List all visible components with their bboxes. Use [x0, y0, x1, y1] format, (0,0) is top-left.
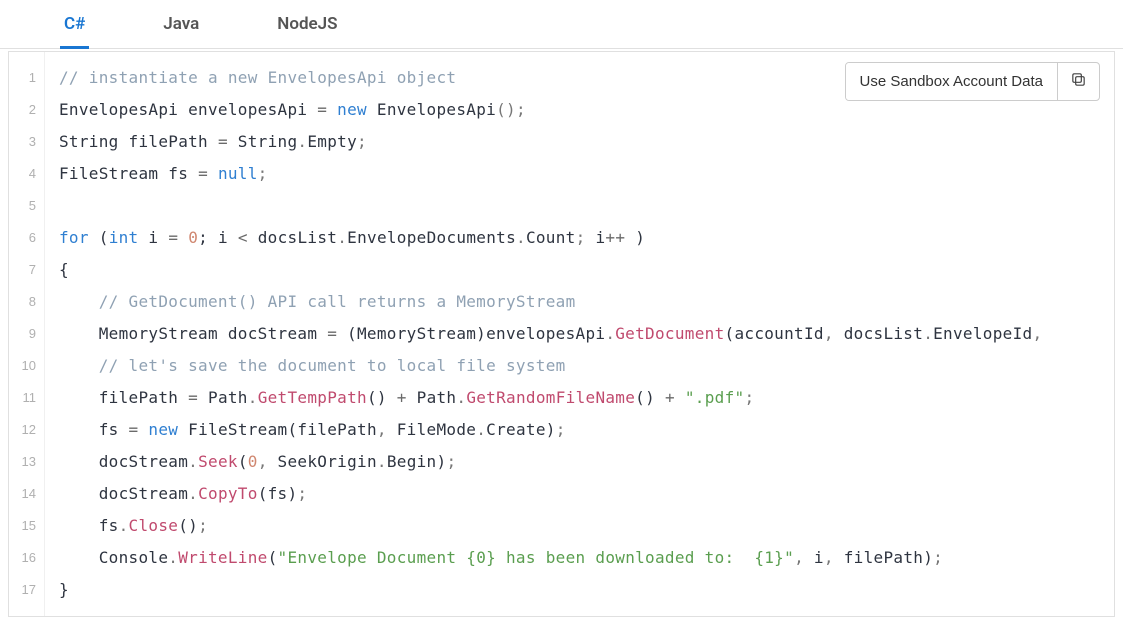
code-toolbar: Use Sandbox Account Data: [845, 62, 1100, 101]
line-number: 9: [9, 318, 36, 350]
use-sandbox-button[interactable]: Use Sandbox Account Data: [846, 63, 1057, 100]
code-line: fs.Close();: [59, 510, 1114, 542]
line-number: 10: [9, 350, 36, 382]
line-number: 5: [9, 190, 36, 222]
line-number: 1: [9, 62, 36, 94]
line-number: 7: [9, 254, 36, 286]
code-line: // let's save the document to local file…: [59, 350, 1114, 382]
code-line: Console.WriteLine("Envelope Document {0}…: [59, 542, 1114, 574]
code-line: [59, 190, 1114, 222]
line-number: 13: [9, 446, 36, 478]
copy-icon: [1070, 71, 1087, 92]
line-number: 3: [9, 126, 36, 158]
tab-java[interactable]: Java: [159, 0, 203, 49]
code-line: }: [59, 574, 1114, 606]
code-line: docStream.Seek(0, SeekOrigin.Begin);: [59, 446, 1114, 478]
code-content[interactable]: // instantiate a new EnvelopesApi object…: [45, 52, 1114, 616]
code-line: docStream.CopyTo(fs);: [59, 478, 1114, 510]
line-number: 6: [9, 222, 36, 254]
tab-csharp[interactable]: C#: [60, 0, 89, 49]
line-number: 4: [9, 158, 36, 190]
line-number: 2: [9, 94, 36, 126]
tab-nodejs[interactable]: NodeJS: [273, 0, 341, 49]
code-panel: Use Sandbox Account Data 123456789101112…: [8, 51, 1115, 617]
line-number: 17: [9, 574, 36, 606]
code-area: 1234567891011121314151617 // instantiate…: [9, 52, 1114, 616]
copy-code-button[interactable]: [1057, 63, 1099, 100]
code-line: MemoryStream docStream = (MemoryStream)e…: [59, 318, 1114, 350]
code-line: for (int i = 0; i < docsList.EnvelopeDoc…: [59, 222, 1114, 254]
code-line: FileStream fs = null;: [59, 158, 1114, 190]
code-line: filePath = Path.GetTempPath() + Path.Get…: [59, 382, 1114, 414]
code-line: // GetDocument() API call returns a Memo…: [59, 286, 1114, 318]
code-line: fs = new FileStream(filePath, FileMode.C…: [59, 414, 1114, 446]
line-number: 8: [9, 286, 36, 318]
line-number: 15: [9, 510, 36, 542]
line-number: 12: [9, 414, 36, 446]
line-number-gutter: 1234567891011121314151617: [9, 52, 45, 616]
code-line: String filePath = String.Empty;: [59, 126, 1114, 158]
line-number: 14: [9, 478, 36, 510]
line-number: 16: [9, 542, 36, 574]
language-tabs: C# Java NodeJS: [0, 0, 1123, 49]
code-line: {: [59, 254, 1114, 286]
line-number: 11: [9, 382, 36, 414]
